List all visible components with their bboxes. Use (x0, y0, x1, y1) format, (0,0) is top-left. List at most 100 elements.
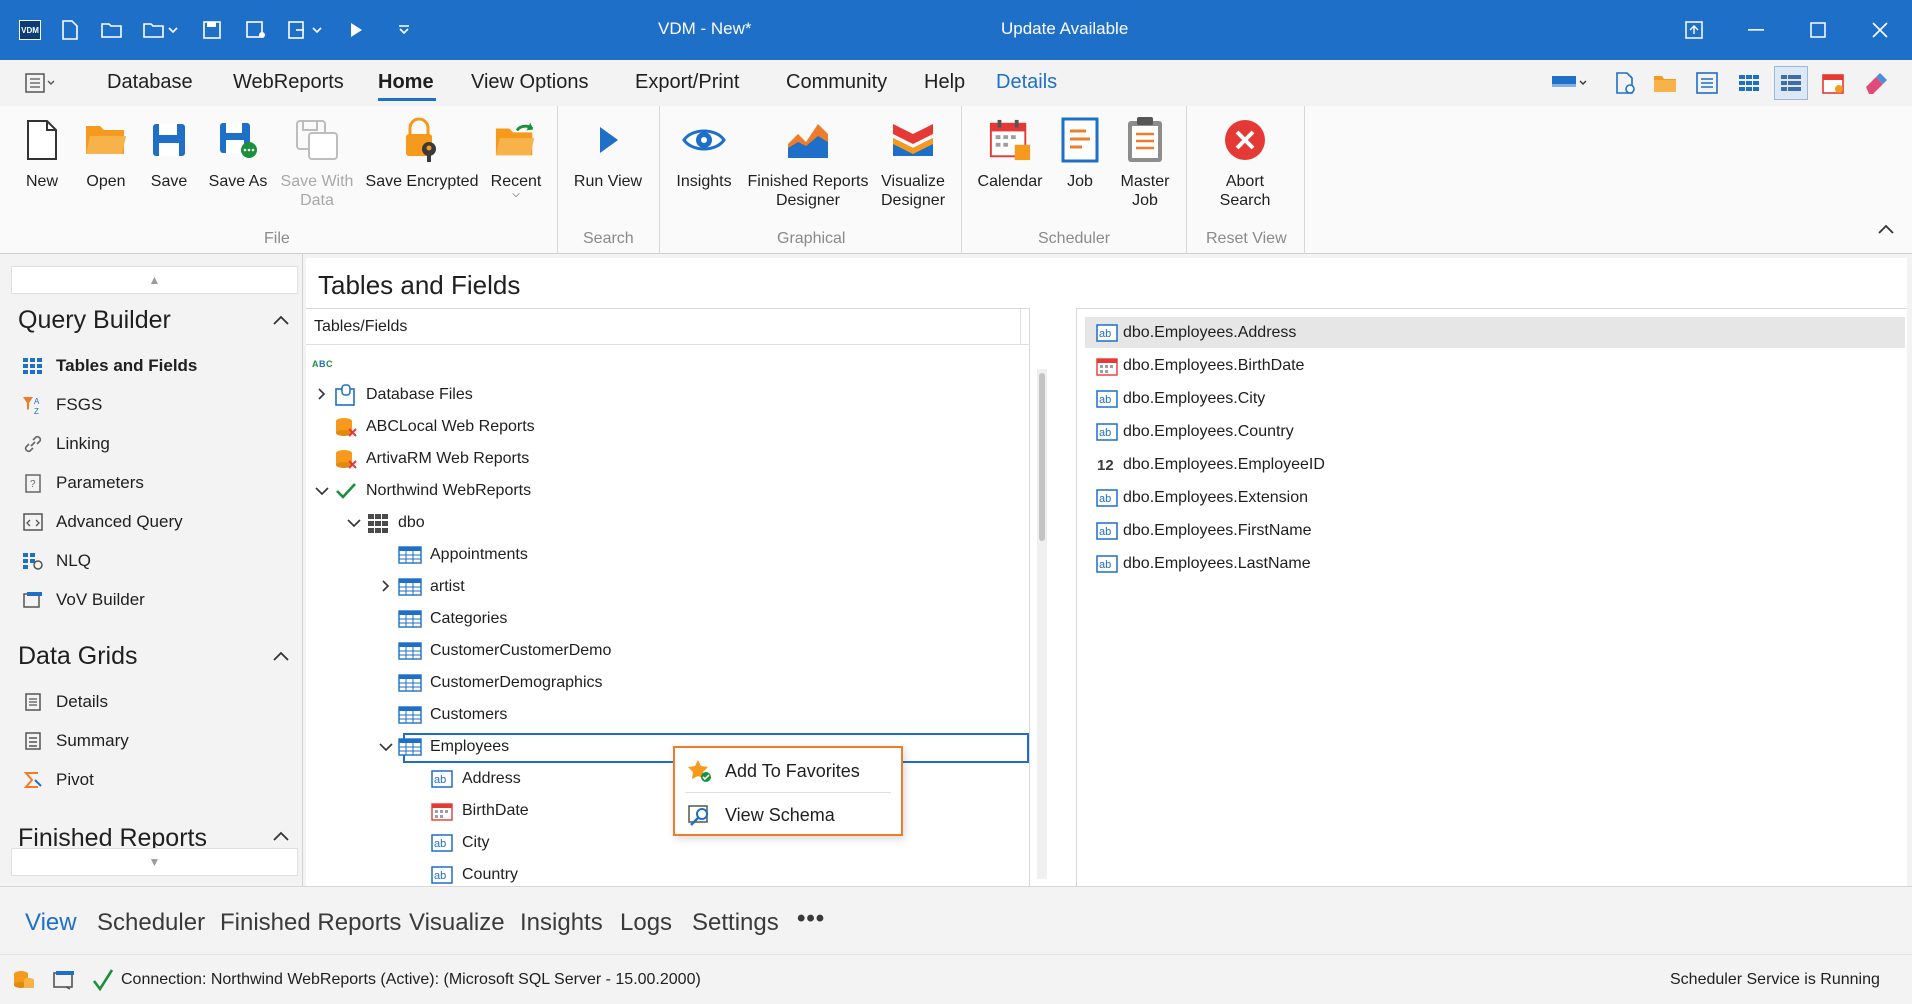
nav-item-fsgs[interactable]: AZ FSGS (22, 391, 102, 419)
menu-export-print[interactable]: Export/Print (635, 71, 739, 94)
customize-toolbar-icon[interactable] (388, 14, 420, 46)
tab-finished-reports[interactable]: Finished Reports (220, 909, 401, 937)
add-to-favorites-item[interactable]: Add To Favorites (687, 754, 860, 788)
save-button[interactable]: Save (143, 106, 195, 224)
tree-node-table[interactable]: CustomerCustomerDemo (374, 635, 611, 667)
nav-item-parameters[interactable]: ? Parameters (22, 469, 144, 497)
chevron-down-icon[interactable] (310, 483, 334, 499)
minimize-icon[interactable] (1736, 10, 1776, 50)
section-data-grids[interactable]: Data Grids (18, 642, 137, 671)
save-as-icon[interactable] (240, 14, 272, 46)
view-schema-item[interactable]: View Schema (687, 798, 835, 832)
more-tabs-button[interactable]: ••• (797, 905, 825, 933)
nav-scroll-down[interactable]: ▼ (11, 848, 298, 876)
nav-scroll-up[interactable]: ▲ (11, 266, 298, 294)
export-dropdown-icon[interactable] (282, 14, 328, 46)
tree-scrollbar-thumb[interactable] (1039, 373, 1045, 541)
tab-visualize[interactable]: Visualize (409, 909, 505, 937)
nav-item-nlq[interactable]: NLQ (22, 547, 91, 575)
calendar-small-icon[interactable] (1820, 70, 1846, 96)
chevron-down-icon[interactable] (342, 515, 366, 531)
tree-node-northwind[interactable]: Northwind WebReports (310, 475, 531, 507)
calendar-button[interactable]: Calendar (972, 106, 1048, 224)
menu-view-options[interactable]: View Options (471, 71, 588, 94)
insights-button[interactable]: Insights (671, 106, 737, 224)
nav-item-vov-builder[interactable]: VoV Builder (22, 586, 145, 614)
master-job-button[interactable]: Master Job (1115, 106, 1175, 224)
tree-node-abclocal[interactable]: ABCLocal Web Reports (310, 411, 535, 443)
theme-color-picker-icon[interactable] (1550, 70, 1590, 96)
folder-icon[interactable] (1652, 70, 1678, 96)
menu-home[interactable]: Home (378, 71, 434, 94)
refresh-folder-icon[interactable] (52, 969, 76, 991)
run-icon[interactable] (340, 14, 372, 46)
collapse-ribbon-icon[interactable] (1876, 222, 1896, 238)
recent-button[interactable]: Recent ⌵ (488, 106, 544, 224)
menu-details[interactable]: Details (996, 71, 1057, 94)
menu-database[interactable]: Database (107, 71, 193, 94)
details-view-toggle[interactable] (1774, 66, 1808, 100)
new-button[interactable]: New (16, 106, 68, 224)
tree-node-table[interactable]: Customers (374, 699, 507, 731)
field-row[interactable]: ab dbo.Employees.Address (1085, 317, 1905, 348)
save-encrypted-button[interactable]: Save Encrypted (364, 106, 480, 224)
tree-node-table[interactable]: Appointments (374, 539, 528, 571)
abort-search-button[interactable]: Abort Search (1206, 106, 1284, 224)
tree-node-artivarm[interactable]: ArtivaRM Web Reports (310, 443, 529, 475)
tree-node-database-files[interactable]: Database Files (310, 379, 473, 411)
chevron-right-icon[interactable] (310, 387, 334, 403)
app-menu-icon[interactable] (24, 71, 58, 95)
tab-logs[interactable]: Logs (620, 909, 672, 937)
maximize-icon[interactable] (1798, 10, 1838, 50)
tab-insights[interactable]: Insights (520, 909, 603, 937)
chevron-right-icon[interactable] (374, 579, 398, 595)
tree-node-employees[interactable]: Employees (374, 731, 509, 763)
tab-scheduler[interactable]: Scheduler (97, 909, 205, 937)
open-folder-icon[interactable] (96, 14, 128, 46)
tree-node-table[interactable]: artist (374, 571, 465, 603)
nav-item-summary[interactable]: Summary (22, 727, 129, 755)
field-row[interactable]: ab dbo.Employees.Country (1085, 416, 1905, 447)
section-finished-reports[interactable]: Finished Reports (18, 824, 207, 850)
run-view-button[interactable]: Run View (568, 106, 648, 224)
save-with-data-button[interactable]: Save With Data (278, 106, 356, 224)
save-icon[interactable] (196, 14, 228, 46)
nav-item-advanced-query[interactable]: Advanced Query (22, 508, 183, 536)
field-row[interactable]: ab dbo.Employees.LastName (1085, 548, 1905, 579)
job-button[interactable]: Job (1058, 106, 1102, 224)
update-available-link[interactable]: Update Available (1001, 19, 1128, 39)
section-query-builder[interactable]: Query Builder (18, 306, 171, 335)
grid-view-icon[interactable] (1736, 70, 1762, 96)
finished-reports-designer-button[interactable]: Finished Reports Designer (744, 106, 872, 224)
close-icon[interactable] (1860, 10, 1900, 50)
visualize-designer-button[interactable]: Visualize Designer (874, 106, 952, 224)
restore-panel-icon[interactable] (1674, 10, 1714, 50)
app-logo[interactable]: VDM (14, 14, 46, 46)
new-file-icon[interactable] (54, 14, 86, 46)
tab-view[interactable]: View (25, 909, 77, 937)
open-button[interactable]: Open (80, 106, 132, 224)
tree-node-field[interactable]: ab City (406, 827, 490, 859)
nav-item-linking[interactable]: Linking (22, 430, 110, 458)
menu-help[interactable]: Help (924, 71, 965, 94)
recent-dropdown-icon[interactable] (138, 14, 184, 46)
chevron-down-icon[interactable] (374, 739, 398, 755)
tree-node-field[interactable]: ab Address (406, 763, 521, 795)
list-view-icon[interactable] (1694, 70, 1720, 96)
nav-item-tables-and-fields[interactable]: Tables and Fields (22, 352, 197, 380)
menu-community[interactable]: Community (786, 71, 887, 94)
field-row[interactable]: ab dbo.Employees.Extension (1085, 482, 1905, 513)
nav-item-pivot[interactable]: Pivot (22, 766, 94, 794)
collapse-section-icon[interactable] (272, 310, 290, 331)
tree-node-dbo[interactable]: dbo (342, 507, 425, 539)
eraser-icon[interactable] (1862, 70, 1888, 96)
nav-item-details[interactable]: Details (22, 688, 108, 716)
document-settings-icon[interactable] (1612, 70, 1638, 96)
collapse-section-icon[interactable] (272, 646, 290, 667)
menu-webreports[interactable]: WebReports (233, 71, 344, 94)
field-row[interactable]: 12 dbo.Employees.EmployeeID (1085, 449, 1905, 480)
tree-node-field[interactable]: BirthDate (406, 795, 529, 827)
field-row[interactable]: ab dbo.Employees.City (1085, 383, 1905, 414)
field-row[interactable]: dbo.Employees.BirthDate (1085, 350, 1905, 381)
database-connection-icon[interactable] (12, 969, 36, 991)
